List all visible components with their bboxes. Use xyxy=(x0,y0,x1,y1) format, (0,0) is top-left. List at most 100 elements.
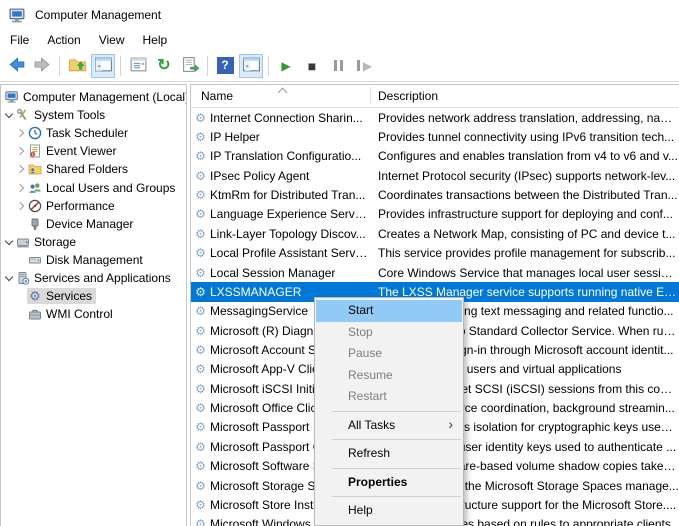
tree-item-label: Shared Folders xyxy=(46,162,129,177)
stop-service-icon: ■ xyxy=(307,57,317,74)
sort-ascending-icon xyxy=(277,87,288,98)
wmi-icon xyxy=(28,307,42,321)
back-button[interactable] xyxy=(4,54,28,78)
service-gear-icon: ⚙ xyxy=(195,304,206,319)
tree-item-label: Storage xyxy=(34,234,77,249)
menu-item-all-tasks[interactable]: All Tasks › xyxy=(316,415,462,437)
computer-management-app-icon xyxy=(9,7,26,23)
tree-item-task-scheduler[interactable]: Task Scheduler xyxy=(1,124,186,142)
device-icon xyxy=(28,217,42,231)
service-name: IP Helper xyxy=(210,130,260,145)
service-gear-icon: ⚙ xyxy=(195,381,206,396)
menu-item-pause[interactable]: Pause xyxy=(316,343,462,365)
service-row-ktmrm-for-distributed-tran[interactable]: ⚙ KtmRm for Distributed Tran... Coordinate… xyxy=(191,185,679,204)
column-divider[interactable] xyxy=(370,87,371,104)
column-header-name[interactable]: Name xyxy=(201,89,233,103)
toolbar-separator xyxy=(207,55,208,76)
chevron-down-icon[interactable] xyxy=(3,272,15,282)
storage-icon xyxy=(16,235,30,249)
properties-button[interactable] xyxy=(126,54,150,78)
service-gear-icon: ⚙ xyxy=(195,323,206,338)
service-gear-icon: ⚙ xyxy=(195,226,206,241)
service-row-ip-helper[interactable]: ⚙ IP Helper Provides tunnel connectivity u… xyxy=(191,127,679,146)
tree-item-body: Shared Folders xyxy=(27,161,132,177)
show-action-pane-button[interactable] xyxy=(239,53,263,78)
tree-item-disk-management[interactable]: Disk Management xyxy=(1,251,186,269)
tools-icon xyxy=(16,108,30,122)
start-service-icon: ▶ xyxy=(281,58,291,73)
service-row-ip-translation-configuratio[interactable]: ⚙ IP Translation Configuratio... Configure… xyxy=(191,147,679,166)
tree-item-label: WMI Control xyxy=(46,307,113,322)
context-menu: Start Stop Pause Resume Restart All Tasks › Ref… xyxy=(314,297,464,526)
export-list-icon xyxy=(181,55,200,77)
tree-item-label: Computer Management (Local) xyxy=(23,90,187,105)
restart-service-icon: ▶ xyxy=(356,60,372,72)
tree-item-body: Event Viewer xyxy=(27,143,120,159)
pause-service-icon xyxy=(332,60,344,71)
chevron-right-icon[interactable] xyxy=(15,128,27,138)
service-row-internet-connection-sharin[interactable]: ⚙ Internet Connection Sharin... Provides n… xyxy=(191,108,679,127)
tree-item-body: System Tools xyxy=(15,107,109,123)
start-service-button[interactable]: ▶ xyxy=(274,54,298,78)
menu-file[interactable]: File xyxy=(1,31,38,49)
export-list-button[interactable] xyxy=(178,54,202,78)
menu-item-help[interactable]: Help xyxy=(316,500,462,522)
show-console-tree-button[interactable] xyxy=(91,53,115,78)
chevron-right-icon[interactable] xyxy=(15,201,27,210)
title-bar: Computer Management xyxy=(0,0,679,30)
tree-item-label: Event Viewer xyxy=(46,144,117,159)
chevron-right-icon[interactable] xyxy=(15,183,27,192)
chevron-right-icon[interactable] xyxy=(15,165,27,174)
service-row-local-session-manager[interactable]: ⚙ Local Session Manager Core Windows Servi… xyxy=(191,263,679,282)
service-row-link-layer-topology-discov[interactable]: ⚙ Link-Layer Topology Discov... Creates a … xyxy=(191,224,679,243)
restart-service-button[interactable]: ▶ xyxy=(352,54,376,78)
tree-item-services-and-applications[interactable]: Services and Applications xyxy=(1,269,186,287)
column-header-description[interactable]: Description xyxy=(378,89,438,103)
tree-item-computer-management-local[interactable]: Computer Management (Local) xyxy=(1,88,186,106)
tree-item-performance[interactable]: Performance xyxy=(1,197,186,215)
menu-separator xyxy=(332,410,461,412)
tree-item-device-manager[interactable]: Device Manager xyxy=(1,215,186,233)
chevron-down-icon[interactable] xyxy=(3,236,15,246)
tree-item-services[interactable]: ⚙ Services xyxy=(1,287,186,305)
menu-item-refresh[interactable]: Refresh xyxy=(316,443,462,465)
tree-item-body: Local Users and Groups xyxy=(27,180,179,196)
tree-item-storage[interactable]: Storage xyxy=(1,233,186,251)
chevron-right-icon[interactable] xyxy=(15,147,27,156)
svg-text:⚙: ⚙ xyxy=(29,290,41,304)
tree-item-local-users-and-groups[interactable]: Local Users and Groups xyxy=(1,178,186,196)
service-gear-icon: ⚙ xyxy=(195,459,206,474)
tree-item-system-tools[interactable]: System Tools xyxy=(1,106,186,124)
refresh-button[interactable]: ↻ xyxy=(152,54,176,78)
menu-bar: File Action View Help xyxy=(0,30,679,50)
disk-icon xyxy=(28,253,42,267)
forward-button[interactable] xyxy=(30,54,54,78)
menu-item-start[interactable]: Start xyxy=(316,300,462,322)
service-name: Link-Layer Topology Discov... xyxy=(210,226,366,241)
forward-icon xyxy=(33,55,52,77)
stop-service-button[interactable]: ■ xyxy=(300,54,324,78)
show-console-tree-icon xyxy=(94,55,113,77)
service-row-language-experience-service[interactable]: ⚙ Language Experience Service Provides inf… xyxy=(191,205,679,224)
menu-help[interactable]: Help xyxy=(134,31,177,49)
menu-item-stop[interactable]: Stop xyxy=(316,322,462,344)
tree-item-label: Device Manager xyxy=(46,216,134,231)
help-button[interactable]: ? xyxy=(213,54,237,78)
chevron-down-icon[interactable] xyxy=(3,109,15,119)
service-row-local-profile-assistant-servic[interactable]: ⚙ Local Profile Assistant Service This ser… xyxy=(191,244,679,263)
list-header: Name Description xyxy=(191,85,679,108)
up-one-level-button[interactable] xyxy=(65,54,89,78)
tree-item-event-viewer[interactable]: Event Viewer xyxy=(1,142,186,160)
tree-item-body: Task Scheduler xyxy=(27,125,132,141)
pause-service-button[interactable] xyxy=(326,54,350,78)
menu-item-restart[interactable]: Restart xyxy=(316,386,462,408)
computer-icon xyxy=(5,90,19,104)
menu-action[interactable]: Action xyxy=(38,31,89,49)
tree-item-body: Performance xyxy=(27,198,119,214)
menu-view[interactable]: View xyxy=(90,31,134,49)
service-row-ipsec-policy-agent[interactable]: ⚙ IPsec Policy Agent Internet Protocol sec… xyxy=(191,166,679,185)
tree-item-wmi-control[interactable]: WMI Control xyxy=(1,305,186,323)
menu-item-resume[interactable]: Resume xyxy=(316,365,462,387)
tree-item-shared-folders[interactable]: Shared Folders xyxy=(1,160,186,178)
menu-item-properties[interactable]: Properties xyxy=(316,472,462,494)
